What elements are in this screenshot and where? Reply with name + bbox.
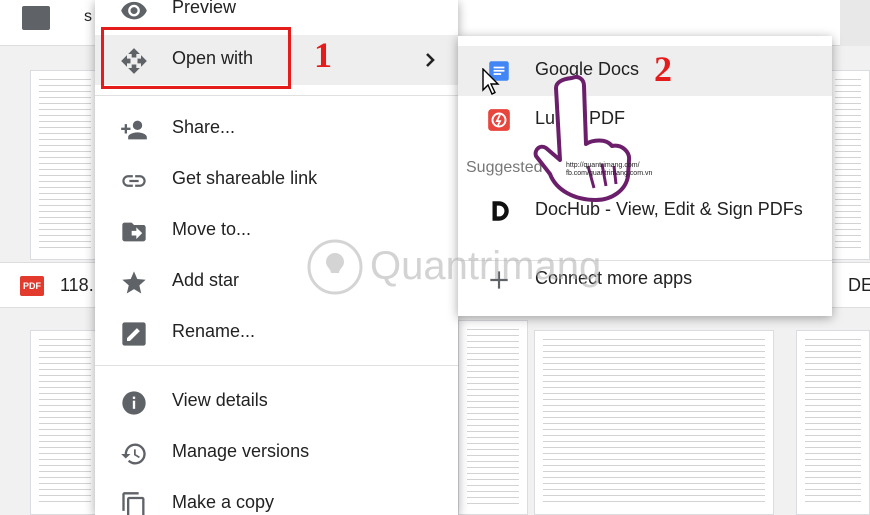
menu-item-label: Get shareable link (172, 168, 318, 188)
menu-divider (95, 95, 458, 96)
plus-icon (490, 271, 508, 289)
drive-item-name[interactable]: s (84, 8, 92, 26)
menu-item-label: View details (172, 390, 268, 410)
chevron-right-icon (426, 53, 435, 67)
menu-item-manage-versions[interactable]: Manage versions (95, 428, 458, 478)
pointer-caption: http://quantrimang.com/ fb.com/quantrima… (566, 162, 652, 178)
file-thumbnail[interactable] (796, 330, 870, 515)
pointing-hand-icon (533, 75, 632, 202)
folder-move-icon (122, 222, 146, 242)
drive-item-right (840, 0, 870, 46)
file-name[interactable]: 118. (60, 275, 94, 296)
menu-item-get-link[interactable]: Get shareable link (95, 155, 458, 205)
dochub-icon (492, 201, 509, 221)
file-thumbnail[interactable] (534, 330, 774, 515)
folder-icon (22, 6, 50, 30)
file-thumbnail[interactable] (826, 70, 870, 260)
menu-item-label: Rename... (172, 321, 256, 341)
menu-item-make-copy[interactable]: Make a copy (95, 479, 458, 515)
info-icon (122, 391, 146, 415)
file-thumbnail[interactable] (458, 320, 528, 515)
menu-divider (95, 365, 458, 366)
menu-item-share[interactable]: Share... (95, 104, 458, 154)
menu-item-rename[interactable]: Rename... (95, 308, 458, 358)
mouse-cursor-icon (482, 68, 500, 95)
annotation-step-1: 1 (314, 35, 332, 75)
submenu-item-label: Connect more apps (535, 268, 693, 288)
annotation-highlight-box (101, 27, 291, 89)
annotation-step-2: 2 (654, 49, 672, 89)
file-name[interactable]: DE (848, 275, 870, 296)
link-icon (122, 175, 146, 187)
file-thumbnail[interactable] (30, 70, 100, 260)
history-icon (121, 443, 146, 465)
submenu-item-connect-apps[interactable]: Connect more apps (458, 255, 832, 305)
menu-item-label: Add star (172, 270, 240, 290)
menu-item-label: Move to... (172, 219, 252, 239)
file-thumbnail[interactable] (30, 330, 100, 515)
menu-item-label: Make a copy (172, 492, 275, 512)
pdf-file-icon: PDF (20, 276, 44, 296)
pointer-url-1: http://quantrimang.com/ (566, 162, 640, 169)
menu-item-label: Manage versions (172, 441, 310, 461)
menu-item-add-star[interactable]: Add star (95, 257, 458, 307)
eye-icon (121, 1, 147, 20)
menu-item-move-to[interactable]: Move to... (95, 206, 458, 256)
pencil-icon (122, 322, 146, 346)
menu-item-label: Preview (172, 0, 237, 17)
menu-item-view-details[interactable]: View details (95, 377, 458, 427)
copy-icon (122, 492, 145, 515)
lumin-pdf-icon (488, 109, 510, 131)
add-person-icon (121, 120, 147, 140)
pointer-url-2: fb.com/quantrimang.com.vn (566, 170, 653, 177)
menu-item-label: Share... (172, 117, 236, 137)
star-icon (122, 271, 146, 294)
